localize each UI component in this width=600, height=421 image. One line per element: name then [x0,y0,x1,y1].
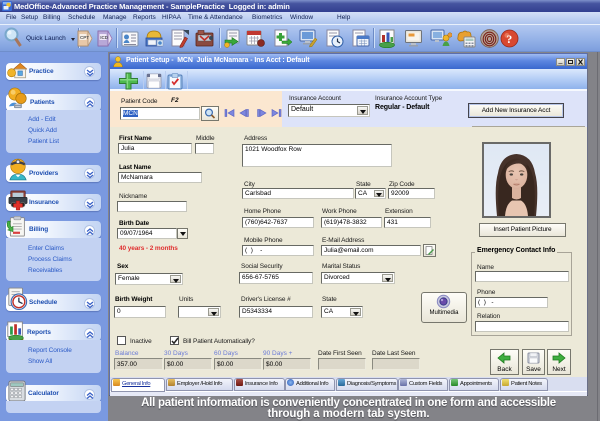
svg-text:ICD: ICD [100,35,109,40]
svg-text:?: ? [506,32,512,46]
svg-text:CPT: CPT [80,35,89,40]
